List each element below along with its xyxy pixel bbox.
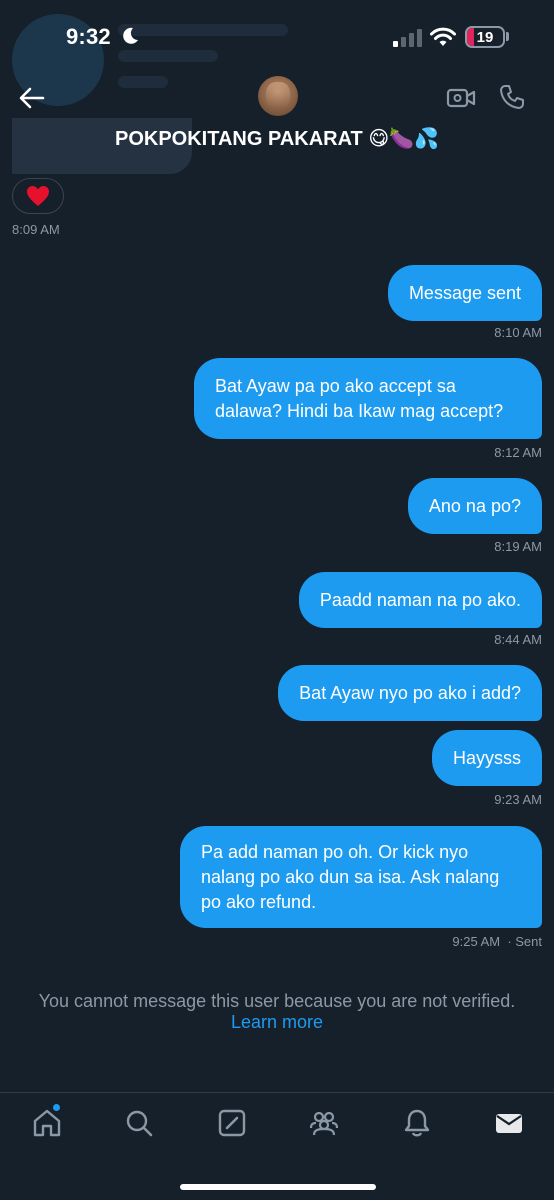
video-call-icon[interactable] — [446, 86, 476, 110]
home-icon[interactable] — [32, 1108, 62, 1138]
signal-icon — [393, 29, 422, 47]
conversation-title[interactable]: POKPOKITANG PAKARAT 😋🍆💦 — [0, 126, 554, 151]
not-verified-notice: You cannot message this user because you… — [38, 991, 516, 1011]
back-arrow-icon[interactable] — [18, 84, 46, 112]
learn-more-link[interactable]: Learn more — [0, 1012, 554, 1033]
battery-nub — [506, 32, 509, 41]
message-bubble[interactable]: Message sent — [387, 265, 542, 321]
earlier-timestamp: 8:09 AM — [12, 222, 60, 237]
message-timestamp: 8:44 AM — [494, 632, 542, 647]
background-ghost-line — [118, 50, 218, 62]
message-bubble[interactable]: Bat Ayaw pa po ako accept sa dalawa? Hin… — [194, 358, 542, 439]
avatar[interactable] — [258, 76, 298, 116]
nav-divider — [0, 1092, 554, 1093]
background-ghost-line — [118, 24, 288, 36]
home-notification-dot — [53, 1104, 60, 1111]
message-timestamp: 8:19 AM — [494, 539, 542, 554]
sent-status: · Sent — [507, 934, 542, 949]
compose-icon[interactable] — [217, 1108, 247, 1138]
background-ghost-line — [118, 76, 168, 88]
message-status-row: 9:25 AM · Sent — [452, 934, 542, 949]
message-bubble[interactable]: Paadd naman na po ako. — [298, 572, 542, 628]
home-indicator — [180, 1184, 376, 1190]
message-timestamp: 9:23 AM — [494, 792, 542, 807]
message-timestamp: 8:12 AM — [494, 445, 542, 460]
moon-icon — [123, 27, 138, 44]
message-bubble[interactable]: Pa add naman po oh. Or kick nyo nalang p… — [180, 826, 542, 928]
search-icon[interactable] — [124, 1108, 154, 1138]
heart-icon — [27, 186, 49, 206]
conversation-title-text: POKPOKITANG PAKARAT — [115, 128, 363, 150]
message-bubble[interactable]: Bat Ayaw nyo po ako i add? — [278, 665, 542, 721]
battery-icon: 19 — [465, 26, 505, 48]
phone-call-icon[interactable] — [498, 83, 526, 111]
mail-icon[interactable] — [494, 1108, 524, 1138]
message-bubble[interactable]: Ano na po? — [407, 478, 542, 534]
status-time: 9:32 — [66, 24, 111, 49]
bell-icon[interactable] — [402, 1108, 432, 1138]
message-bubble[interactable]: Hayysss — [431, 730, 542, 786]
heart-reaction[interactable] — [12, 178, 64, 214]
conversation-title-emoji: 😋🍆💦 — [368, 128, 439, 150]
communities-icon[interactable] — [309, 1108, 339, 1138]
message-timestamp: 8:10 AM — [494, 325, 542, 340]
battery-percent: 19 — [476, 29, 494, 46]
wifi-icon — [430, 27, 456, 46]
message-timestamp: 9:25 AM — [452, 934, 501, 949]
